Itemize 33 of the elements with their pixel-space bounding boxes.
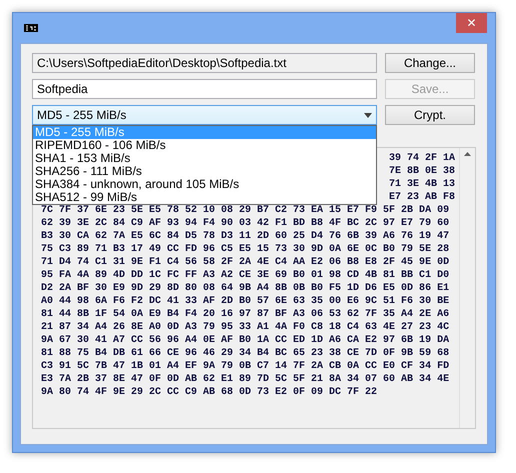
hex-line: 9A 67 30 41 A7 CC 56 96 A4 0E AF B0 1A CC ED 1D A6 CA E2 97 6B 19 DA: [41, 334, 450, 347]
scroll-up-icon[interactable]: [464, 152, 471, 156]
hex-line: 7E 8B 0E 38: [388, 165, 455, 178]
hex-line: 7C 7F 37 6E 23 5E E5 78 52 10 08 29 B7 C2 73 EA 15 E7 F9 5F 2B DA 09: [41, 204, 450, 217]
app-icon: [24, 24, 38, 32]
hex-line: 71 3E 4B 13: [388, 178, 455, 191]
dropdown-option[interactable]: SHA384 - unknown, around 105 MiB/s: [33, 178, 376, 191]
dropdown-option[interactable]: SHA256 - 111 MiB/s: [33, 165, 376, 178]
hex-line: 39 74 2F 1A: [388, 152, 455, 165]
hex-line: C3 91 5C 7B 47 1B 01 A4 EF 9A 79 0B C7 14 7F 2A CB 0A CC E0 CF 34 FD: [41, 360, 450, 373]
hex-line: 75 C3 89 71 B3 17 49 CC FD 96 C5 E5 15 73 30 9D 0A 6E 0C B0 79 5E 28: [41, 243, 450, 256]
name-field[interactable]: Softpedia: [32, 79, 377, 99]
hex-line: 81 44 8B 1F 54 0A E9 B4 F4 20 16 97 87 BF A3 06 53 62 7F 35 A4 2E A6: [41, 308, 450, 321]
hex-line: B3 30 CA 62 7A E5 6C 84 D5 78 D3 11 2D 60 25 D4 76 6B 39 A6 76 19 47: [41, 230, 450, 243]
hex-line: 21 87 34 A4 26 8E A0 0D A3 79 95 33 A1 4A F0 C8 18 C4 63 4E 27 23 4C: [41, 321, 450, 334]
dropdown-option[interactable]: SHA1 - 153 MiB/s: [33, 152, 376, 165]
action-button[interactable]: Crypt.: [385, 105, 475, 125]
dropdown-option[interactable]: SHA512 - 99 MiB/s: [33, 191, 376, 204]
hex-line: A0 44 98 6A F6 F2 DC 41 33 AF 2D B0 57 6E 63 35 00 E6 9C 51 F6 30 BE: [41, 295, 450, 308]
hex-line: 95 FA 4A 89 4D DD 1C FC FF A3 A2 CE 3E 69 B0 01 98 CD 4B 81 BB C1 D0: [41, 269, 450, 282]
dropdown-option[interactable]: RIPEMD160 - 106 MiB/s: [33, 139, 376, 152]
hex-line: E7 23 AB F8: [388, 191, 455, 204]
action-button[interactable]: Change...: [385, 53, 475, 73]
hex-line: 62 39 3E 2C 84 C9 AF 93 94 F4 90 03 42 F1 BD B8 4F BC 2C 97 E7 79 60: [41, 217, 450, 230]
hex-line: E3 7A 2B 37 8E 47 0F 0D AB 62 E1 89 7D 5C 5F 21 8A 34 07 60 AB 34 4E: [41, 373, 450, 386]
hex-line: 71 D4 74 C1 31 9E F1 C4 56 58 2F 2A 4E C4 AA E2 06 B8 E8 2F 45 9E 0D: [41, 256, 450, 269]
algorithm-dropdown[interactable]: MD5 - 255 MiB/s: [32, 105, 377, 125]
close-button[interactable]: ✕: [456, 13, 487, 33]
hex-line: D2 2A BF 30 E9 9D 29 8D 80 08 64 9B A4 8B 0B B0 F5 1D D6 E5 0D 86 E1: [41, 282, 450, 295]
hex-line: 81 88 75 B4 DB 61 66 CE 96 46 29 34 B4 BC 65 23 38 CE 7D 0F 9B 59 68: [41, 347, 450, 360]
path-field[interactable]: C:\Users\SoftpediaEditor\Desktop\Softpedia.txt: [32, 53, 377, 73]
caret-icon: [364, 112, 372, 118]
hex-line: 9A 80 74 4F 9E 29 2C CC C9 AB 68 0D 73 E2 0F 09 DC 7F 22: [41, 386, 378, 399]
